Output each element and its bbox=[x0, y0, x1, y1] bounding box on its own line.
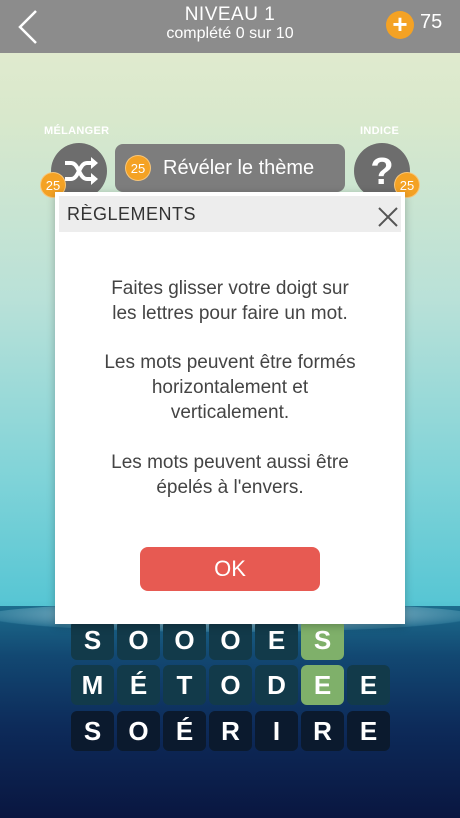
rule-text: épelés à l'envers. bbox=[156, 477, 304, 498]
letter-tile[interactable]: É bbox=[163, 711, 206, 751]
reveal-theme-label: Révéler le thème bbox=[163, 157, 315, 179]
letter-tile[interactable]: R bbox=[301, 711, 344, 751]
ok-button[interactable]: OK bbox=[140, 547, 320, 591]
letter-tile[interactable]: R bbox=[209, 711, 252, 751]
rule-text: Les mots peuvent être formés bbox=[104, 352, 356, 373]
letter-tile[interactable]: S bbox=[71, 620, 114, 660]
coin-count: 75 bbox=[420, 11, 443, 33]
letter-tile[interactable]: O bbox=[209, 665, 252, 705]
letter-tile[interactable]: O bbox=[117, 711, 160, 751]
dialog-title: RÈGLEMENTS bbox=[67, 204, 197, 224]
letter-tile-highlighted[interactable]: E bbox=[301, 665, 344, 705]
rule-text: Les mots peuvent aussi être bbox=[111, 452, 349, 473]
letter-tile[interactable]: E bbox=[347, 665, 390, 705]
plus-icon: + bbox=[392, 9, 408, 39]
close-button[interactable] bbox=[377, 206, 399, 228]
letter-tile[interactable]: O bbox=[209, 620, 252, 660]
letter-tile[interactable]: É bbox=[117, 665, 160, 705]
close-icon bbox=[378, 207, 398, 227]
letter-tile[interactable]: M bbox=[71, 665, 114, 705]
rule-text: verticalement. bbox=[170, 402, 290, 423]
letter-tile[interactable]: D bbox=[255, 665, 298, 705]
reveal-theme-button[interactable]: 25 Révéler le thème bbox=[115, 144, 345, 192]
top-bar: NIVEAU 1 complété 0 sur 10 + 75 bbox=[0, 0, 460, 53]
letter-tile[interactable]: S bbox=[71, 711, 114, 751]
rule-text: horizontalement et bbox=[151, 377, 309, 398]
letter-tile[interactable]: T bbox=[163, 665, 206, 705]
letter-tile[interactable]: O bbox=[117, 620, 160, 660]
rule-text: les lettres pour faire un mot. bbox=[112, 303, 348, 324]
letter-tile[interactable]: E bbox=[347, 711, 390, 751]
rule-text: Faites glisser votre doigt sur bbox=[111, 278, 349, 299]
add-coins-button[interactable]: + bbox=[386, 11, 414, 39]
reveal-cost-badge: 25 bbox=[125, 155, 151, 181]
shuffle-label: MÉLANGER bbox=[44, 125, 110, 137]
letter-tile-highlighted[interactable]: S bbox=[301, 620, 344, 660]
rules-dialog: RÈGLEMENTS Faites glisser votre doigt su… bbox=[55, 192, 405, 624]
dialog-header: RÈGLEMENTS bbox=[59, 196, 401, 232]
svg-text:?: ? bbox=[370, 151, 393, 193]
letter-tile[interactable]: I bbox=[255, 711, 298, 751]
letter-tile[interactable]: E bbox=[255, 620, 298, 660]
letter-tile[interactable]: O bbox=[163, 620, 206, 660]
hint-label: INDICE bbox=[360, 125, 400, 137]
